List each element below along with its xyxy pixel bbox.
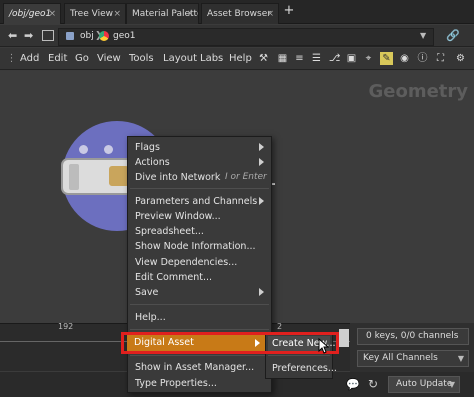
fit-icon[interactable]: ⛶ <box>434 52 447 65</box>
close-icon[interactable]: × <box>48 4 56 24</box>
node-context-menu: Flags Actions Dive into Network I or Ente… <box>127 136 272 393</box>
menu-item-parameters-and-channels[interactable]: Parameters and Channels <box>135 194 269 209</box>
menu-add[interactable]: Add <box>20 51 39 67</box>
info-icon[interactable]: ⓘ <box>416 52 429 65</box>
menu-separator <box>130 304 269 305</box>
menu-bar: ⋮ Add Edit Go View Tools Layout Labs Hel… <box>0 48 474 70</box>
add-tab-button[interactable]: + <box>282 3 296 21</box>
menu-item-edit-comment[interactable]: Edit Comment... <box>135 270 212 285</box>
tab-tree-view[interactable]: Tree View × <box>64 3 126 24</box>
tab-label: /obj/geo1 <box>9 9 52 19</box>
menu-item-save[interactable]: Save <box>135 285 269 300</box>
menu-item-preferences[interactable]: Preferences... <box>272 361 337 376</box>
key-all-channels-dropdown[interactable]: Key All Channels ▼ <box>357 350 469 367</box>
menu-grip-icon: ⋮ <box>6 53 17 64</box>
menu-edit[interactable]: Edit <box>48 51 67 67</box>
submenu-arrow-icon <box>259 197 264 205</box>
node-flag-dot[interactable] <box>104 145 113 154</box>
menu-item-spreadsheet[interactable]: Spreadsheet... <box>135 224 204 239</box>
mouse-cursor-icon <box>318 338 329 354</box>
menu-item-actions[interactable]: Actions <box>135 155 269 170</box>
shelf-icon[interactable]: ☰ <box>310 52 323 65</box>
menu-go[interactable]: Go <box>75 51 89 67</box>
path-bar: ⬅ ➡ obj ❯ geo1 ▼ 🔗 <box>0 25 474 47</box>
menu-item-help[interactable]: Help... <box>135 310 166 325</box>
chat-icon[interactable]: 💬 <box>346 378 360 391</box>
geometry-icon <box>109 166 129 186</box>
tab-label: Tree View <box>70 9 113 19</box>
chevron-down-icon: ▼ <box>457 354 464 363</box>
submenu-arrow-icon <box>259 158 264 166</box>
menu-item-preview-window[interactable]: Preview Window... <box>135 209 221 224</box>
tab-asset-browser[interactable]: Asset Browser × <box>201 3 279 24</box>
auto-update-label: Auto Update <box>396 379 453 389</box>
menu-separator <box>130 329 269 330</box>
menu-item-label: Dive into Network <box>135 172 221 183</box>
timeline-tick-label: 2 <box>277 322 283 331</box>
menu-separator <box>130 188 269 189</box>
node-flag-dot[interactable] <box>79 145 88 154</box>
geo-icon <box>99 31 109 41</box>
menu-item-dive-into-network[interactable]: Dive into Network I or Enter <box>135 170 269 185</box>
menu-view[interactable]: View <box>97 51 121 67</box>
tree-icon[interactable]: ⎇ <box>328 52 341 65</box>
align-icon[interactable]: ≡ <box>293 52 306 65</box>
menu-item-show-in-asset-manager[interactable]: Show in Asset Manager... <box>135 360 254 375</box>
pane-tab-bar: /obj/geo1 × Tree View × Material Palette… <box>0 0 474 24</box>
layout-icon[interactable]: ▦ <box>276 52 289 65</box>
menu-help[interactable]: Help <box>229 51 252 67</box>
grid-icon[interactable]: ▣ <box>345 52 358 65</box>
menu-item-label: Parameters and Channels <box>135 196 258 207</box>
menu-item-view-dependencies[interactable]: View Dependencies... <box>135 255 237 270</box>
menu-item-label: Save <box>135 287 159 298</box>
menu-labs[interactable]: Labs <box>200 51 223 67</box>
menu-separator <box>130 355 269 356</box>
menu-separator <box>268 355 330 356</box>
back-arrow-icon[interactable]: ⬅ <box>8 29 17 43</box>
submenu-arrow-icon <box>259 288 264 296</box>
tab-material-palette[interactable]: Material Palette × <box>126 3 199 24</box>
timeline-tick-label: 192 <box>58 322 74 331</box>
chevron-down-icon: ▼ <box>448 380 455 389</box>
submenu-arrow-icon <box>259 143 264 151</box>
breadcrumb-obj[interactable]: obj <box>80 28 94 44</box>
menu-item-flags[interactable]: Flags <box>135 140 269 155</box>
keys-status: 0 keys, 0/0 channels <box>357 328 469 345</box>
menu-item-label: Actions <box>135 157 170 168</box>
tab-obj-geo1[interactable]: /obj/geo1 × <box>3 3 61 24</box>
refresh-icon[interactable]: ↻ <box>368 377 378 391</box>
close-icon[interactable]: × <box>266 4 274 24</box>
menu-tools[interactable]: Tools <box>129 51 154 67</box>
menu-shortcut: I or Enter <box>225 172 267 182</box>
obj-icon <box>66 32 74 40</box>
close-icon[interactable]: × <box>113 4 121 24</box>
note-icon[interactable]: ✎ <box>380 52 393 65</box>
menu-item-show-node-information[interactable]: Show Node Information... <box>135 239 256 254</box>
close-icon[interactable]: × <box>186 4 194 24</box>
forward-arrow-icon[interactable]: ➡ <box>24 29 33 43</box>
key-all-label: Key All Channels <box>363 353 438 363</box>
menu-layout[interactable]: Layout <box>163 51 197 67</box>
annotation-highlight-box <box>121 332 339 354</box>
zoom-icon[interactable]: ⌖ <box>362 52 375 65</box>
breadcrumb-geo1[interactable]: geo1 <box>113 28 135 44</box>
chevron-down-icon[interactable]: ▼ <box>420 28 426 44</box>
node-flag-tab[interactable] <box>69 164 79 190</box>
palette-icon[interactable]: ◉ <box>398 52 411 65</box>
gear-icon[interactable]: ⚙ <box>454 52 467 65</box>
wrench-icon[interactable]: ⚒ <box>257 52 270 65</box>
menu-item-label: Flags <box>135 142 160 153</box>
tab-label: Asset Browser <box>207 9 271 19</box>
pin-icon[interactable]: 🔗 <box>446 29 460 43</box>
auto-update-dropdown[interactable]: Auto Update ▼ <box>388 376 460 393</box>
menu-item-type-properties[interactable]: Type Properties... <box>135 376 217 391</box>
network-icon[interactable] <box>42 30 54 41</box>
context-watermark: Geometry <box>368 81 468 102</box>
key-icon[interactable] <box>339 329 349 347</box>
